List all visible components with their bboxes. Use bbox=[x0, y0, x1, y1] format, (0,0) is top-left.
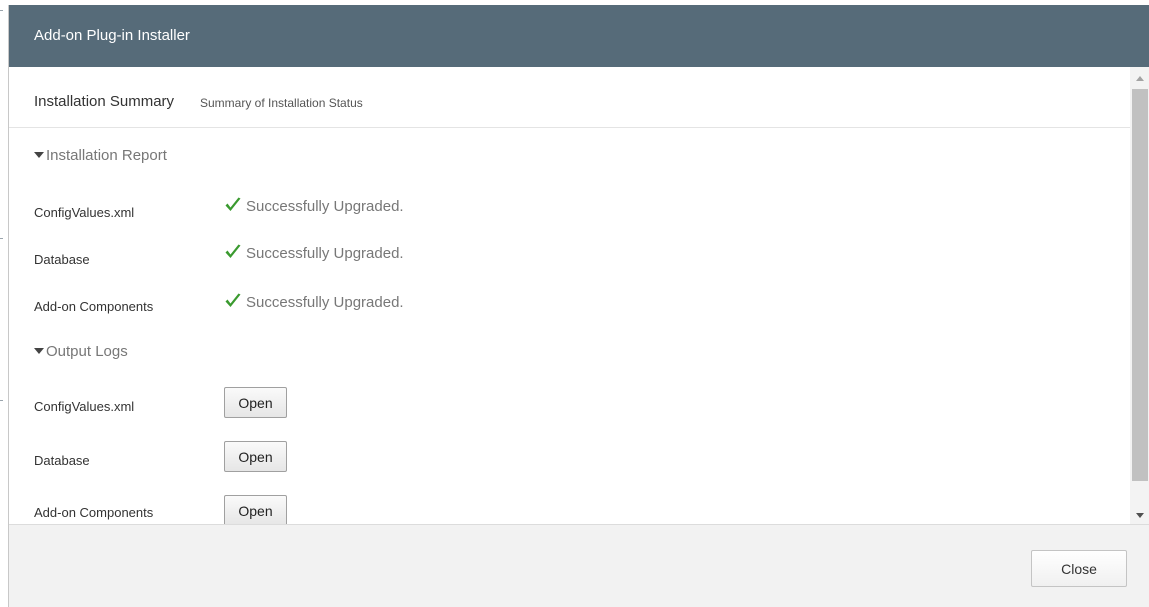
installation-report-heading: Installation Report bbox=[46, 147, 167, 164]
summary-header: Installation Summary Summary of Installa… bbox=[9, 67, 1130, 128]
open-log-addon-components-button[interactable]: Open bbox=[224, 495, 287, 524]
content-scrollbar[interactable] bbox=[1130, 67, 1149, 524]
status-text: Successfully Upgraded. bbox=[246, 245, 404, 262]
report-label-addon-components: Add-on Components bbox=[34, 299, 154, 314]
dialog-content[interactable]: Installation Summary Summary of Installa… bbox=[9, 67, 1130, 524]
report-status-configvalues: Successfully Upgraded. bbox=[224, 196, 404, 215]
installer-dialog: Add-on Plug-in Installer Installation Su… bbox=[8, 5, 1149, 607]
log-label-configvalues: ConfigValues.xml bbox=[34, 399, 135, 414]
report-label-configvalues: ConfigValues.xml bbox=[34, 205, 135, 220]
status-text: Successfully Upgraded. bbox=[246, 198, 404, 215]
open-log-configvalues-button[interactable]: Open bbox=[224, 387, 287, 418]
scrollbar-thumb[interactable] bbox=[1132, 89, 1148, 481]
status-text: Successfully Upgraded. bbox=[246, 294, 404, 311]
checkmark-icon bbox=[225, 197, 241, 211]
window-edge-mark bbox=[0, 400, 3, 401]
output-logs-toggle[interactable]: Output Logs bbox=[34, 343, 128, 360]
report-label-database: Database bbox=[34, 252, 90, 267]
checkmark-icon bbox=[225, 244, 241, 258]
close-button[interactable]: Close bbox=[1031, 550, 1127, 587]
log-label-database: Database bbox=[34, 453, 90, 468]
scroll-down-icon[interactable] bbox=[1136, 513, 1144, 518]
window-edge-mark bbox=[0, 10, 3, 11]
dialog-title: Add-on Plug-in Installer bbox=[34, 27, 190, 44]
summary-title: Installation Summary bbox=[34, 93, 175, 110]
dialog-footer: Close bbox=[9, 524, 1149, 607]
open-log-database-button[interactable]: Open bbox=[224, 441, 287, 472]
summary-subtitle: Summary of Installation Status bbox=[200, 96, 363, 110]
dialog-titlebar: Add-on Plug-in Installer bbox=[9, 5, 1149, 67]
report-status-database: Successfully Upgraded. bbox=[224, 243, 404, 262]
scroll-up-icon[interactable] bbox=[1136, 76, 1144, 81]
checkmark-icon bbox=[225, 293, 241, 307]
report-status-addon-components: Successfully Upgraded. bbox=[224, 292, 404, 311]
caret-down-icon bbox=[34, 152, 44, 158]
log-label-addon-components: Add-on Components bbox=[34, 505, 154, 520]
window-edge-mark bbox=[0, 238, 3, 239]
caret-down-icon bbox=[34, 348, 44, 354]
installation-report-toggle[interactable]: Installation Report bbox=[34, 147, 167, 164]
output-logs-heading: Output Logs bbox=[46, 343, 128, 360]
